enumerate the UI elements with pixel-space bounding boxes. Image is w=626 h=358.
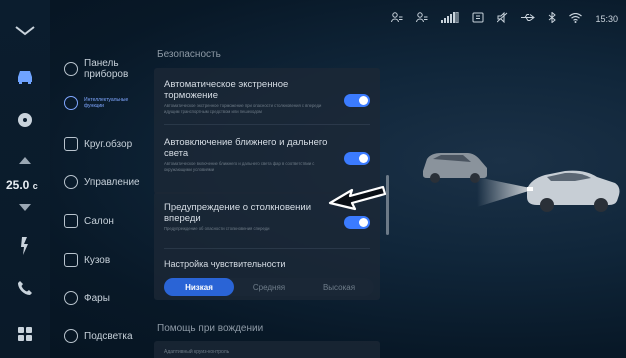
status-bar: 15:30 bbox=[391, 11, 618, 25]
menu-item-label: Кузов bbox=[84, 254, 111, 266]
seat-heat-icon[interactable] bbox=[0, 236, 50, 256]
sensitivity-option-high[interactable]: Высокая bbox=[304, 278, 374, 296]
menu-item-label: Панель приборов bbox=[84, 58, 129, 80]
car-body-icon bbox=[64, 253, 78, 267]
mute-icon bbox=[497, 11, 508, 25]
cars-illustration bbox=[415, 135, 625, 225]
scrollbar[interactable] bbox=[386, 175, 389, 235]
auto-lights-toggle[interactable] bbox=[344, 152, 370, 165]
section-title-assist: Помощь при вождении bbox=[157, 323, 264, 334]
temperature-value: 25.0 bbox=[6, 178, 30, 192]
down-icon[interactable] bbox=[0, 204, 50, 211]
wifi-call-icon bbox=[472, 12, 484, 25]
aeb-description: Автоматическое экстренное торможение при… bbox=[164, 103, 322, 114]
menu-item-headlights[interactable]: Фары bbox=[64, 291, 110, 305]
assist-card: Адаптивный круиз-контроль bbox=[154, 341, 380, 358]
sensitivity-selector: Низкая Средняя Высокая bbox=[164, 278, 374, 296]
car-settings-screen: 25.0 c 15:30 Панель приборов Интеллектуа… bbox=[0, 0, 626, 358]
chevron-icon[interactable] bbox=[0, 25, 50, 37]
menu-item-label: Круг.обзор bbox=[84, 138, 133, 150]
menu-item-label: Управление bbox=[84, 176, 140, 188]
sensitivity-option-low[interactable]: Низкая bbox=[164, 278, 234, 296]
arrow-icon bbox=[328, 184, 387, 219]
menu-item-body[interactable]: Кузов bbox=[64, 253, 110, 267]
temperature-readout: 25.0 c bbox=[6, 178, 38, 192]
camera-icon bbox=[64, 137, 78, 151]
divider bbox=[164, 248, 370, 249]
phone-icon[interactable] bbox=[0, 280, 50, 296]
menu-item-control[interactable]: Управление bbox=[64, 175, 140, 189]
car-icon[interactable] bbox=[0, 68, 50, 84]
menu-item-label: Интеллектуальные функции bbox=[84, 97, 129, 109]
safety-card: Автоматическое экстренное торможение Авт… bbox=[154, 68, 380, 194]
menu-item-label: Салон bbox=[84, 215, 114, 227]
menu-item-label: Фары bbox=[84, 292, 110, 304]
ego-car-icon bbox=[527, 170, 620, 212]
fan-icon[interactable] bbox=[0, 111, 50, 129]
aeb-title: Автоматическое экстренное торможение bbox=[164, 79, 289, 101]
sensitivity-option-medium[interactable]: Средняя bbox=[234, 278, 304, 296]
headlight-beam bbox=[477, 177, 535, 207]
section-title-safety: Безопасность bbox=[157, 49, 221, 60]
menu-item-label: Подсветка bbox=[84, 330, 133, 342]
auto-lights-title: Автовключение ближнего и дальнего света bbox=[164, 137, 328, 159]
menu-item-cabin[interactable]: Салон bbox=[64, 214, 114, 228]
aeb-toggle[interactable] bbox=[344, 94, 370, 107]
auto-lights-description: Автоматическое включение ближнего и даль… bbox=[164, 161, 315, 172]
steer-control-icon bbox=[64, 175, 78, 189]
profile-1-icon bbox=[391, 12, 403, 25]
profile-2-icon bbox=[416, 12, 428, 25]
sensitivity-title: Настройка чувствительности bbox=[164, 259, 286, 269]
wifi-icon bbox=[569, 12, 583, 25]
gauge-icon bbox=[64, 62, 78, 76]
left-rail: 25.0 c bbox=[0, 0, 50, 358]
menu-item-surround-view[interactable]: Круг.обзор bbox=[64, 137, 132, 151]
signal-icon bbox=[441, 11, 459, 25]
menu-item-dashboard[interactable]: Панель приборов bbox=[64, 58, 144, 80]
fcw-title: Предупреждение о столкновении впереди bbox=[164, 202, 312, 224]
menu-item-ambient-light[interactable]: Подсветка bbox=[64, 329, 133, 343]
divider bbox=[164, 124, 370, 125]
menu-item-smart-functions[interactable]: Интеллектуальные функции bbox=[64, 96, 144, 110]
temperature-unit: c bbox=[32, 181, 38, 191]
clock: 15:30 bbox=[595, 13, 618, 24]
steering-icon bbox=[64, 96, 78, 110]
light-icon bbox=[64, 329, 78, 343]
usb-icon bbox=[521, 13, 536, 24]
fcw-description: Предупреждение об опасности столкновения… bbox=[164, 226, 270, 231]
bluetooth-icon bbox=[548, 11, 557, 25]
up-icon[interactable] bbox=[0, 157, 50, 164]
seat-icon bbox=[64, 214, 78, 228]
apps-icon[interactable] bbox=[0, 326, 50, 342]
assist-peek: Адаптивный круиз-контроль bbox=[164, 349, 230, 355]
bulb-icon bbox=[64, 291, 78, 305]
